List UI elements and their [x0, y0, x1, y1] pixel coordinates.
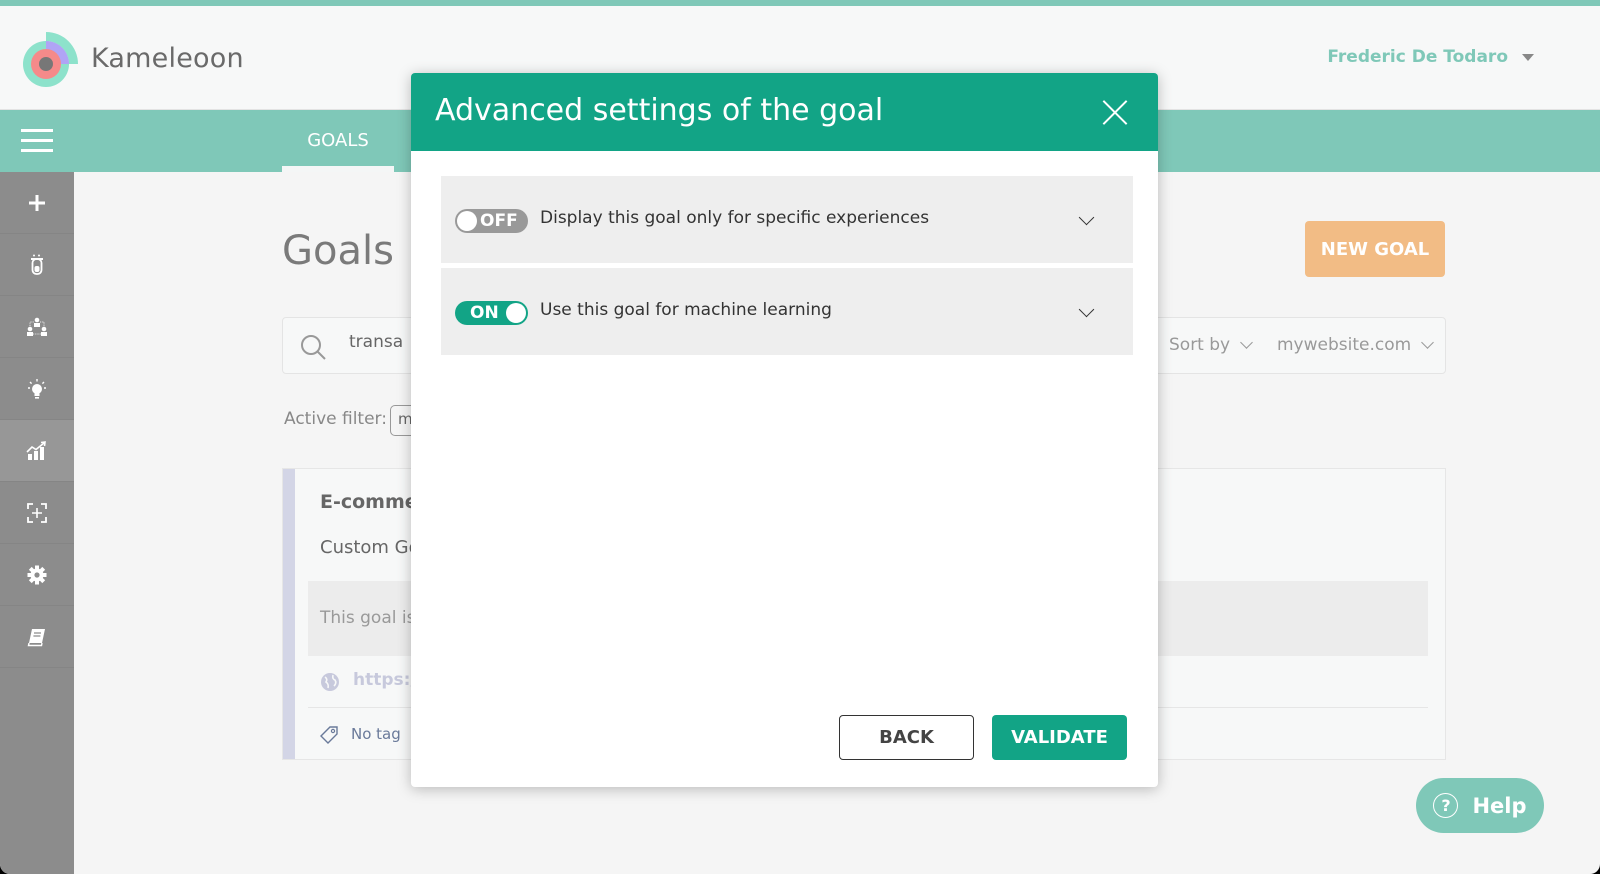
- toggle-knob: [457, 211, 477, 231]
- toggle-state-label: OFF: [480, 211, 518, 231]
- setting-label: Display this goal only for specific expe…: [540, 208, 930, 228]
- chevron-down-icon[interactable]: [1078, 209, 1095, 226]
- back-button[interactable]: BACK: [839, 715, 974, 760]
- chevron-down-icon[interactable]: [1078, 301, 1095, 318]
- setting-row-machine-learning[interactable]: ON Use this goal for machine learning: [441, 268, 1133, 355]
- toggle-knob: [506, 303, 526, 323]
- modal-title: Advanced settings of the goal: [435, 93, 884, 128]
- advanced-settings-modal: Advanced settings of the goal OFF Displa…: [411, 73, 1158, 787]
- setting-row-specific-experiences[interactable]: OFF Display this goal only for specific …: [441, 176, 1133, 263]
- toggle-state-label: ON: [470, 303, 499, 323]
- machine-learning-toggle[interactable]: ON: [455, 301, 528, 325]
- modal-header: Advanced settings of the goal: [411, 73, 1158, 151]
- app-window: Kameleoon Frederic De Todaro GOALS Goals…: [0, 0, 1600, 874]
- setting-label: Use this goal for machine learning: [540, 300, 832, 320]
- specific-experiences-toggle[interactable]: OFF: [455, 209, 528, 233]
- validate-button[interactable]: VALIDATE: [992, 715, 1127, 760]
- close-icon[interactable]: [1102, 99, 1128, 125]
